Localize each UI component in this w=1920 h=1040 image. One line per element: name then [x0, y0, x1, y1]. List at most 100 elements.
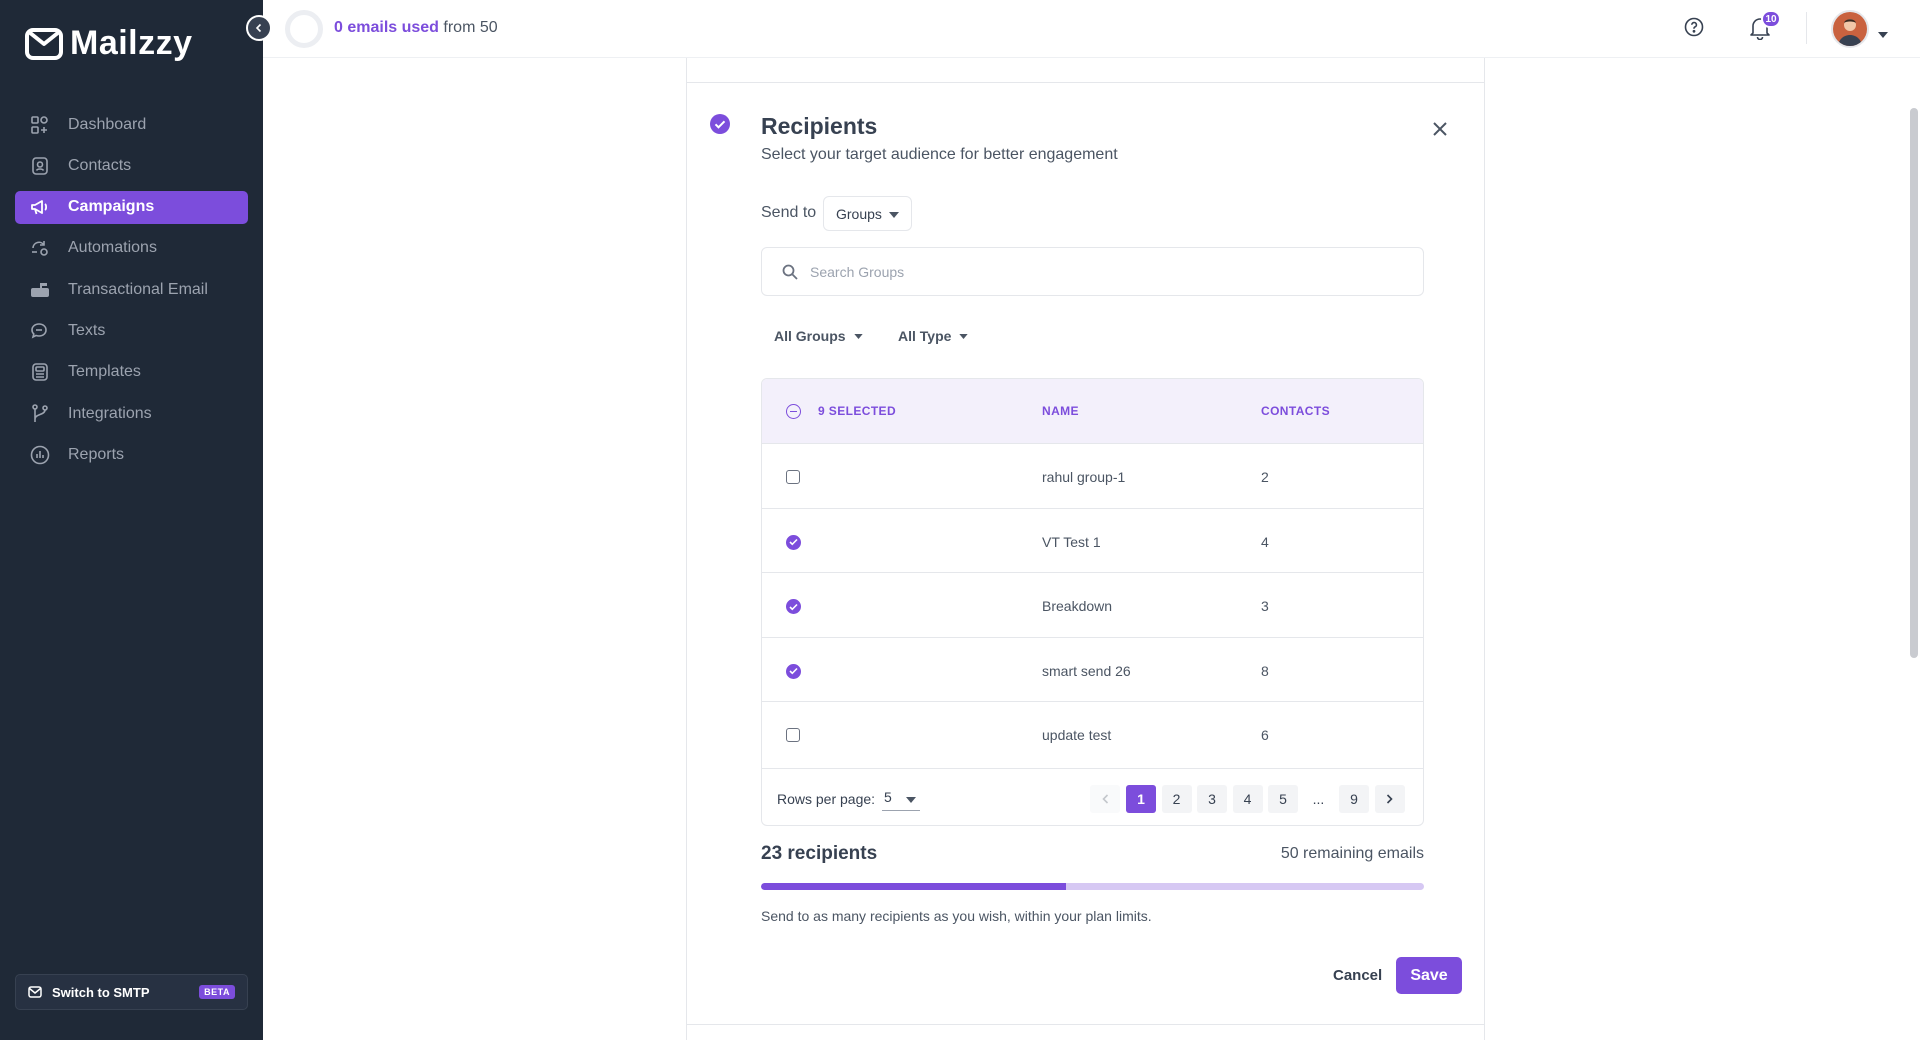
sidebar-item-label: Reports — [68, 445, 125, 463]
user-avatar[interactable] — [1831, 10, 1869, 48]
sidebar-item-transactional-email[interactable]: Transactional Email — [15, 273, 248, 306]
usage-limit: from 50 — [443, 19, 498, 36]
pagination-page-5[interactable]: 5 — [1268, 785, 1298, 813]
collapse-sidebar-button[interactable] — [246, 15, 272, 41]
search-input[interactable] — [810, 248, 1410, 295]
groups-table: 9 SELECTED NAME CONTACTS rahul group-1 2… — [761, 378, 1424, 826]
plan-limit-hint: Send to as many recipients as you wish, … — [761, 908, 1152, 924]
automation-icon — [30, 238, 50, 258]
table-header: 9 SELECTED NAME CONTACTS — [762, 379, 1423, 443]
row-checkbox[interactable] — [786, 663, 801, 679]
pagination-prev-button[interactable] — [1090, 785, 1120, 813]
sidebar-item-automations[interactable]: Automations — [15, 232, 248, 265]
help-button[interactable] — [1684, 17, 1704, 42]
send-to-select[interactable]: Groups — [823, 196, 912, 231]
all-type-filter[interactable]: All Type — [898, 328, 969, 344]
table-row[interactable]: smart send 26 8 — [762, 636, 1423, 702]
search-groups — [761, 247, 1424, 296]
topbar-divider — [1806, 12, 1807, 44]
dashboard-icon — [30, 115, 50, 135]
branch-icon — [30, 403, 50, 424]
row-checkbox[interactable] — [786, 534, 801, 550]
pagination-page-3[interactable]: 3 — [1197, 785, 1227, 813]
filter-label: All Groups — [774, 328, 846, 344]
brand-name: Mailzzy — [70, 24, 193, 62]
close-button[interactable] — [1432, 121, 1448, 142]
caret-down-icon — [853, 333, 863, 339]
mailzzy-logo-icon — [25, 27, 63, 60]
help-icon — [1684, 17, 1704, 37]
top-bar: 0 emails used from 50 10 — [263, 0, 1920, 58]
usage-ring — [285, 10, 323, 48]
close-icon — [1433, 122, 1447, 136]
send-to-value: Groups — [836, 205, 882, 222]
beta-badge: BETA — [199, 985, 235, 999]
table-row[interactable]: update test 6 — [762, 701, 1423, 766]
table-row[interactable]: rahul group-1 2 — [762, 443, 1423, 508]
selected-count: 9 SELECTED — [818, 404, 897, 418]
megaphone-icon — [30, 197, 50, 217]
sidebar: Mailzzy Dashboard Contacts Campaigns Aut… — [0, 0, 263, 1040]
row-checkbox[interactable] — [786, 728, 800, 742]
rows-per-page-label: Rows per page: — [777, 791, 876, 807]
page-scrollbar[interactable] — [1910, 108, 1918, 658]
sidebar-item-label: Automations — [68, 239, 157, 257]
chevron-left-icon — [255, 23, 262, 33]
cancel-button[interactable]: Cancel — [1323, 957, 1392, 994]
save-button[interactable]: Save — [1396, 957, 1462, 994]
caret-down-icon — [889, 212, 899, 218]
table-row[interactable]: Breakdown 3 — [762, 572, 1423, 637]
sidebar-item-dashboard[interactable]: Dashboard — [15, 108, 248, 141]
sidebar-item-reports[interactable]: Reports — [15, 438, 248, 471]
group-contacts: 3 — [1261, 598, 1269, 614]
sidebar-item-label: Campaigns — [68, 198, 155, 216]
row-checkbox[interactable] — [786, 599, 801, 614]
column-name[interactable]: NAME — [1042, 404, 1079, 418]
all-groups-filter[interactable]: All Groups — [774, 328, 863, 344]
group-name: Breakdown — [1042, 598, 1113, 614]
recipients-count: 23 recipients — [761, 843, 878, 864]
check-icon — [789, 603, 798, 610]
caret-down-icon — [1878, 32, 1888, 38]
pagination-page-9[interactable]: 9 — [1339, 785, 1369, 813]
check-icon — [789, 538, 798, 546]
sidebar-item-templates[interactable]: Templates — [15, 356, 248, 389]
sidebar-item-label: Templates — [68, 363, 141, 381]
pagination-page-4[interactable]: 4 — [1232, 785, 1263, 813]
sidebar-item-contacts[interactable]: Contacts — [15, 149, 248, 182]
account-menu-caret[interactable] — [1878, 25, 1888, 43]
mail-icon — [28, 986, 42, 998]
panel-title: Recipients — [761, 113, 878, 139]
usage-used: 0 emails used — [334, 19, 439, 36]
pagination-next-button[interactable] — [1374, 785, 1405, 813]
avatar-icon — [1833, 12, 1867, 46]
group-name: smart send 26 — [1042, 662, 1131, 679]
contacts-icon — [30, 156, 50, 176]
rows-per-page-select[interactable]: 5 — [882, 786, 920, 811]
sidebar-nav: Dashboard Contacts Campaigns Automations… — [15, 108, 248, 480]
sidebar-item-campaigns[interactable]: Campaigns — [15, 190, 248, 224]
caret-down-icon — [959, 333, 969, 339]
pagination-ellipsis: ... — [1312, 791, 1325, 807]
table-footer: Rows per page: 5 1 2 3 4 5 ... 9 — [762, 768, 1423, 825]
sidebar-item-label: Integrations — [68, 404, 152, 422]
pagination-page-1[interactable]: 1 — [1126, 785, 1156, 813]
switch-to-smtp-button[interactable]: Switch to SMTP BETA — [15, 974, 248, 1010]
email-usage: 0 emails used from 50 — [334, 19, 498, 37]
group-name: update test — [1042, 727, 1112, 743]
logo[interactable]: Mailzzy — [24, 24, 193, 63]
select-all-checkbox[interactable] — [786, 404, 801, 419]
sidebar-item-label: Dashboard — [68, 115, 147, 133]
panel-subtitle: Select your target audience for better e… — [761, 146, 1118, 163]
smtp-label: Switch to SMTP — [52, 984, 150, 1000]
row-checkbox[interactable] — [786, 470, 800, 484]
chevron-left-icon — [1101, 794, 1108, 804]
column-contacts[interactable]: CONTACTS — [1261, 404, 1330, 418]
sidebar-item-integrations[interactable]: Integrations — [15, 397, 248, 430]
chart-icon — [30, 445, 50, 465]
table-row[interactable]: VT Test 1 4 — [762, 507, 1423, 573]
pagination-page-2[interactable]: 2 — [1161, 785, 1192, 813]
group-name: VT Test 1 — [1042, 533, 1101, 550]
sidebar-item-label: Contacts — [68, 156, 132, 174]
sidebar-item-texts[interactable]: Texts — [15, 314, 248, 347]
